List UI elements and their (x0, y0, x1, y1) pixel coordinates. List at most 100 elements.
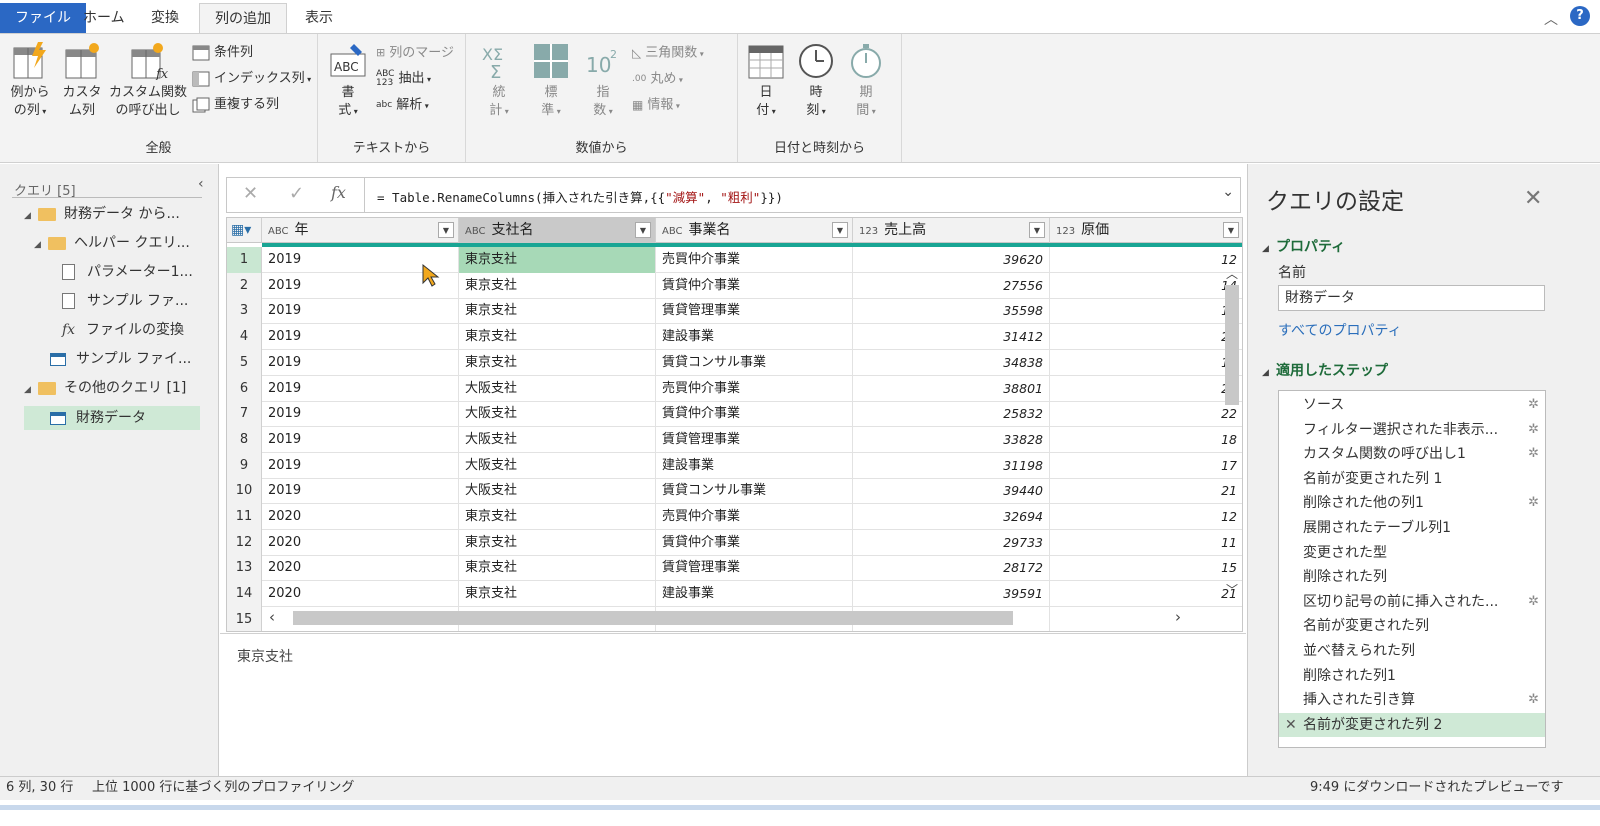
duration-button[interactable]: 期 間 ▾ (846, 42, 886, 121)
applied-step[interactable]: 削除された列 (1279, 565, 1545, 589)
rounding-button[interactable]: .00 丸め ▾ (632, 68, 683, 90)
duplicate-column-button[interactable]: 重複する列 (192, 94, 279, 116)
table-cell[interactable]: 建設事業 (656, 452, 853, 479)
table-cell[interactable]: 2019 (262, 298, 459, 325)
table-cell[interactable]: 大阪支社 (459, 426, 656, 453)
row-number[interactable]: 4 (227, 324, 262, 351)
table-cell[interactable]: 賃貸仲介事業 (656, 401, 853, 428)
delete-step-icon[interactable]: ✕ (1285, 713, 1297, 737)
filter-dropdown-icon[interactable]: ▼ (635, 222, 651, 238)
applied-step[interactable]: 区切り記号の前に挿入された... ✲ (1279, 590, 1545, 614)
expand-triangle-icon[interactable]: ◢ (1262, 244, 1276, 254)
query-item-parameter[interactable]: パラメーター1... (62, 260, 193, 284)
horizontal-scroll-thumb[interactable] (293, 611, 1013, 625)
query-group-helper[interactable]: ◢ ヘルパー クエリ... (34, 231, 190, 255)
applied-step[interactable]: 名前が変更された列 1 (1279, 467, 1545, 491)
table-cell[interactable]: 23 (1050, 324, 1242, 350)
table-cell[interactable]: 39440 (853, 478, 1050, 505)
applied-step[interactable]: 名前が変更された列 2 ✕ (1279, 712, 1545, 737)
applied-steps-section[interactable]: ◢ 適用したステップ (1262, 360, 1388, 380)
invoke-custom-function-button[interactable]: fx カスタム関数 の呼び出し (108, 42, 188, 120)
table-cell[interactable]: 2019 (262, 478, 459, 505)
applied-step[interactable]: 削除された他の列1 ✲ (1279, 491, 1545, 515)
table-cell[interactable]: 17 (1050, 453, 1242, 479)
column-header-sales[interactable]: 123 売上高 ▼ (853, 218, 1050, 243)
collapse-queries-icon[interactable]: ‹ (198, 176, 204, 192)
conditional-column-button[interactable]: 条件列 (192, 42, 253, 64)
table-cell[interactable]: 2019 (262, 426, 459, 453)
table-cell[interactable]: 東京支社 (459, 555, 656, 582)
step-settings-gear-icon[interactable]: ✲ (1528, 442, 1539, 466)
table-row[interactable]: 7 2019 大阪支社 賃貸仲介事業 25832 22 (227, 401, 1242, 428)
table-row[interactable]: 13 2020 東京支社 賃貸管理事業 28172 15 (227, 555, 1242, 582)
column-type-icon[interactable]: ABC (268, 226, 289, 237)
row-number[interactable]: 11 (227, 504, 262, 530)
applied-step[interactable]: 並べ替えられた列 (1279, 639, 1545, 663)
table-cell[interactable]: 建設事業 (656, 581, 853, 608)
query-name-input[interactable]: 財務データ (1278, 285, 1545, 311)
table-row[interactable]: 1 2019 東京支社 売買仲介事業 39620 12 (227, 247, 1242, 273)
step-settings-gear-icon[interactable]: ✲ (1528, 393, 1539, 417)
expand-triangle-icon[interactable]: ◢ (24, 378, 38, 402)
table-cell[interactable]: 22 (1050, 401, 1242, 427)
column-header-branch[interactable]: ABC 支社名 ▼ (459, 218, 656, 243)
table-cell[interactable]: 34838 (853, 349, 1050, 376)
row-number[interactable]: 1 (227, 247, 262, 273)
table-row[interactable]: 9 2019 大阪支社 建設事業 31198 17 (227, 452, 1242, 479)
table-cell[interactable]: 賃貸コンサル事業 (656, 349, 853, 376)
filter-dropdown-icon[interactable]: ▼ (1029, 222, 1045, 238)
table-cell[interactable]: 2019 (262, 401, 459, 428)
row-number[interactable]: 5 (227, 349, 262, 376)
scroll-right-icon[interactable]: › (1175, 608, 1181, 626)
table-cell[interactable]: 29733 (853, 529, 1050, 556)
all-properties-link[interactable]: すべてのプロパティ (1278, 320, 1402, 340)
table-cell[interactable]: 38801 (853, 375, 1050, 402)
tab-home[interactable]: ホーム (68, 3, 140, 34)
row-number[interactable]: 12 (227, 529, 262, 556)
table-cell[interactable]: 2020 (262, 529, 459, 556)
table-row[interactable]: 22019東京支社賃貸仲介事業2755614 (227, 272, 1242, 299)
applied-step[interactable]: 変更された型 (1279, 541, 1545, 565)
table-cell[interactable]: 19 (1050, 298, 1242, 324)
table-cell[interactable]: 33828 (853, 426, 1050, 453)
scroll-down-icon[interactable]: ﹀ (1226, 581, 1238, 598)
table-cell[interactable]: 31198 (853, 452, 1050, 479)
row-number[interactable]: 10 (227, 478, 262, 505)
table-cell[interactable]: 東京支社 (459, 324, 656, 351)
column-type-icon[interactable]: 123 (1056, 226, 1075, 237)
table-cell[interactable]: 11 (1050, 350, 1242, 376)
table-cell[interactable]: 2020 (262, 581, 459, 608)
table-cell[interactable]: 賃貸仲介事業 (656, 529, 853, 556)
table-cell[interactable]: 25832 (853, 401, 1050, 428)
cancel-icon[interactable]: ✕ (243, 183, 258, 204)
column-type-icon[interactable]: 123 (859, 226, 878, 237)
profiling-status[interactable]: 上位 1000 行に基づく列のプロファイリング (92, 777, 354, 799)
query-item-financial-data[interactable]: 財務データ (24, 406, 200, 430)
horizontal-scrollbar[interactable]: ‹ › (263, 607, 1223, 629)
column-header-cost[interactable]: 123 原価 ▼ (1050, 218, 1242, 243)
row-number[interactable]: 6 (227, 375, 262, 402)
standard-button[interactable]: 標 準 ▾ (532, 42, 570, 121)
table-cell[interactable]: 2020 (262, 555, 459, 582)
table-cell[interactable]: 大阪支社 (459, 375, 656, 402)
filter-dropdown-icon[interactable]: ▼ (1223, 222, 1239, 238)
table-row[interactable]: 42019東京支社建設事業3141223 (227, 324, 1242, 351)
row-number[interactable]: 9 (227, 452, 262, 479)
filter-dropdown-icon[interactable]: ▼ (832, 222, 848, 238)
column-type-icon[interactable]: ABC (662, 226, 683, 237)
table-cell[interactable]: 21 (1050, 581, 1242, 607)
table-cell[interactable]: 大阪支社 (459, 478, 656, 505)
help-icon[interactable]: ? (1570, 6, 1590, 26)
applied-step[interactable]: カスタム関数の呼び出し1 ✲ (1279, 442, 1545, 466)
table-cell[interactable]: 28172 (853, 555, 1050, 582)
expand-triangle-icon[interactable]: ◢ (1262, 368, 1276, 378)
table-row[interactable]: 11 2020 東京支社 売買仲介事業 32694 12 (227, 504, 1242, 530)
table-cell[interactable]: 東京支社 (459, 504, 656, 530)
query-group-financial[interactable]: ◢ 財務データ から... (24, 202, 180, 226)
table-cell[interactable]: 東京支社 (459, 581, 656, 608)
table-cell[interactable]: 売買仲介事業 (656, 375, 853, 402)
table-cell[interactable]: 15 (1050, 555, 1242, 581)
table-cell[interactable]: 12 (1050, 504, 1242, 530)
table-row[interactable]: 32019東京支社賃貸管理事業3559819 (227, 298, 1242, 325)
formula-input[interactable]: = Table.RenameColumns(挿入された引き算,{{"減算", "… (377, 187, 783, 206)
